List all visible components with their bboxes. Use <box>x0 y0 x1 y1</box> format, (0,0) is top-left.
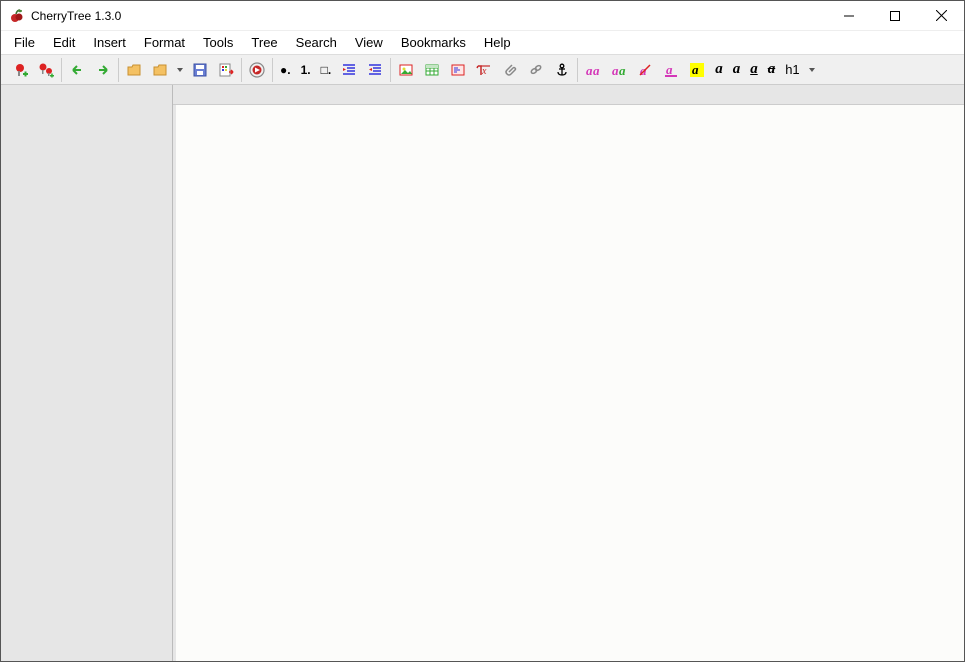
heading-button[interactable]: h1 <box>782 59 802 81</box>
toolbar: ●. 1. □. x aa <box>1 55 964 85</box>
menu-tree[interactable]: Tree <box>242 32 286 53</box>
app-icon <box>9 8 25 24</box>
minimize-button[interactable] <box>826 1 872 30</box>
execute-code-button[interactable] <box>246 59 268 81</box>
menu-bar: File Edit Insert Format Tools Tree Searc… <box>1 31 964 55</box>
add-subnode-button[interactable] <box>35 59 57 81</box>
insert-link-button[interactable] <box>525 59 547 81</box>
background-color-button[interactable]: a <box>686 59 708 81</box>
export-button[interactable] <box>215 59 237 81</box>
todo-list-button[interactable]: □. <box>318 59 335 81</box>
svg-text:a: a <box>586 63 593 78</box>
menu-view[interactable]: View <box>346 32 392 53</box>
title-bar: CherryTree 1.3.0 <box>1 1 964 31</box>
insert-file-button[interactable] <box>499 59 521 81</box>
svg-text:a: a <box>612 63 619 78</box>
content-area <box>1 85 964 661</box>
window-controls <box>826 1 964 30</box>
tree-sidebar[interactable] <box>1 85 173 661</box>
insert-anchor-button[interactable] <box>551 59 573 81</box>
bold-button[interactable]: a <box>712 59 726 81</box>
bullet-list-button[interactable]: ●. <box>277 59 294 81</box>
editor-area[interactable] <box>173 105 964 661</box>
underline-button[interactable]: a <box>747 59 761 81</box>
heading-dropdown-arrow-icon[interactable] <box>807 59 817 81</box>
menu-format[interactable]: Format <box>135 32 194 53</box>
decrease-indent-button[interactable] <box>364 59 386 81</box>
menu-insert[interactable]: Insert <box>84 32 135 53</box>
menu-tools[interactable]: Tools <box>194 32 242 53</box>
svg-text:a: a <box>692 62 699 77</box>
paste-format-button[interactable]: aa <box>608 59 630 81</box>
italic-button[interactable]: a <box>730 59 744 81</box>
copy-format-button[interactable]: aa <box>582 59 604 81</box>
menu-search[interactable]: Search <box>287 32 346 53</box>
insert-codebox-button[interactable] <box>447 59 469 81</box>
save-button[interactable] <box>189 59 211 81</box>
numbered-list-button[interactable]: 1. <box>298 59 314 81</box>
maximize-button[interactable] <box>872 1 918 30</box>
strikethrough-button[interactable]: a <box>765 59 779 81</box>
remove-format-button[interactable]: a <box>634 59 656 81</box>
menu-edit[interactable]: Edit <box>44 32 84 53</box>
svg-text:x: x <box>481 66 487 77</box>
insert-image-button[interactable] <box>395 59 417 81</box>
open-folder-dropdown-button[interactable] <box>149 59 171 81</box>
editor-header <box>173 85 964 105</box>
svg-text:a: a <box>619 63 626 78</box>
insert-table-button[interactable] <box>421 59 443 81</box>
svg-text:a: a <box>666 62 673 77</box>
add-node-button[interactable] <box>9 59 31 81</box>
open-folder-button[interactable] <box>123 59 145 81</box>
window-title: CherryTree 1.3.0 <box>31 9 121 23</box>
close-button[interactable] <box>918 1 964 30</box>
svg-text:a: a <box>593 63 600 78</box>
main-panel <box>173 85 964 661</box>
back-button[interactable] <box>66 59 88 81</box>
open-dropdown-arrow-icon[interactable] <box>175 59 185 81</box>
increase-indent-button[interactable] <box>338 59 360 81</box>
insert-equation-button[interactable]: x <box>473 59 495 81</box>
menu-file[interactable]: File <box>5 32 44 53</box>
menu-bookmarks[interactable]: Bookmarks <box>392 32 475 53</box>
text-color-button[interactable]: a <box>660 59 682 81</box>
menu-help[interactable]: Help <box>475 32 520 53</box>
forward-button[interactable] <box>92 59 114 81</box>
